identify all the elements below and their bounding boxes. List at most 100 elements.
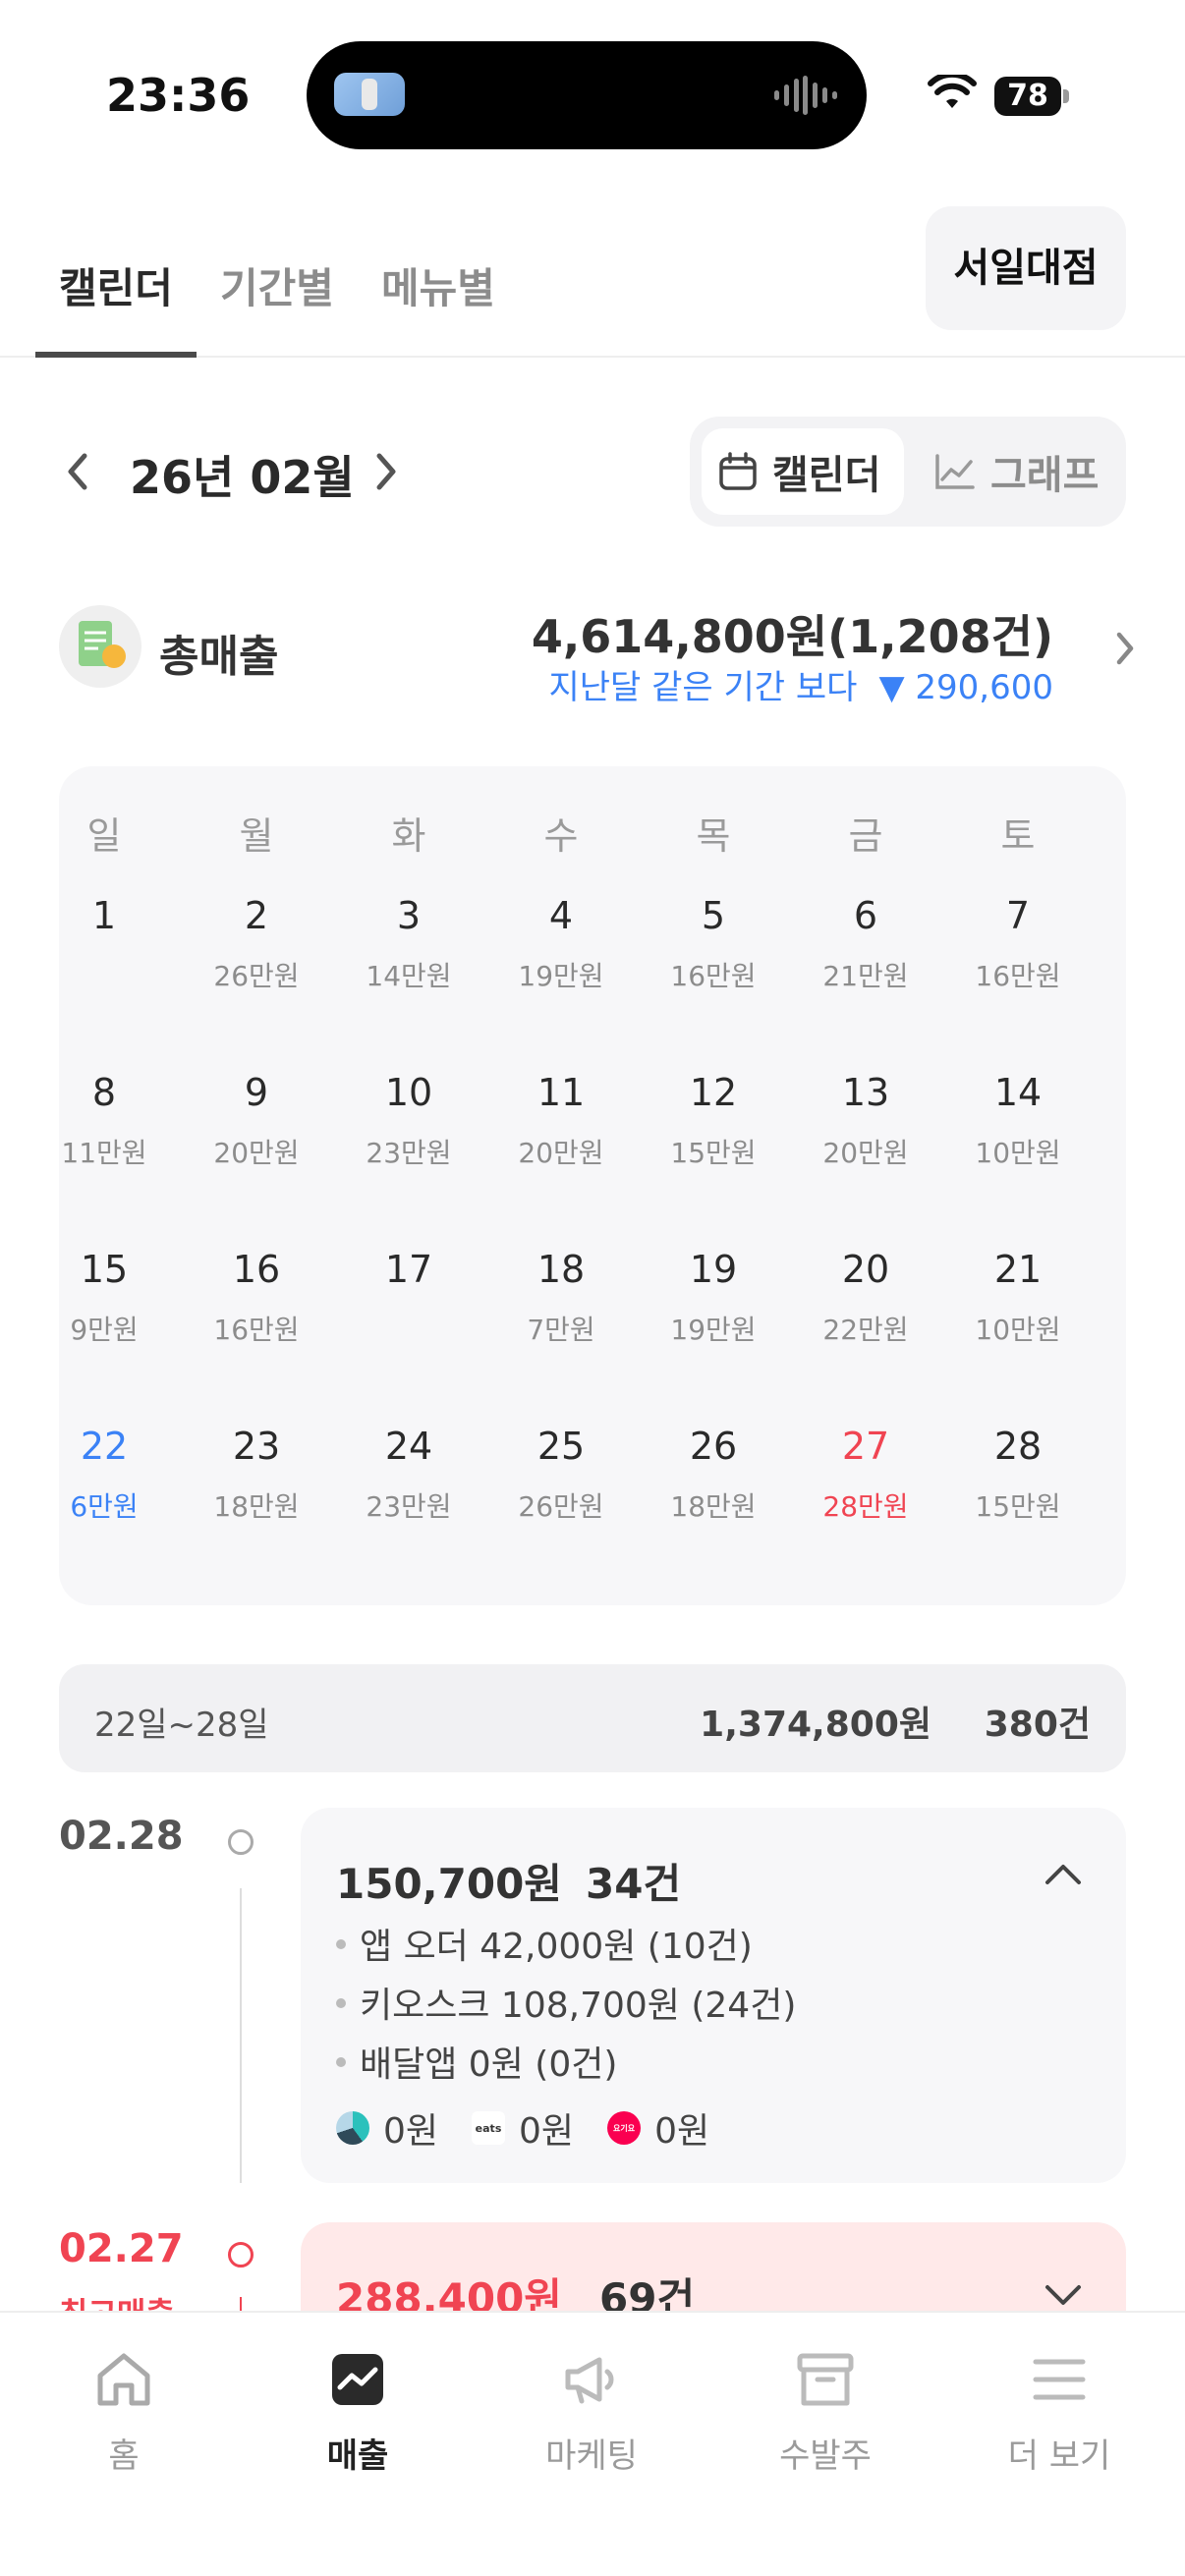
calendar-day[interactable]: 8 11만원 [35, 1071, 173, 1171]
calendar-day[interactable]: 6 21만원 [797, 894, 934, 994]
day-sales: 26만원 [518, 1490, 604, 1523]
delivery-platforms: 0원 eats 0원 요기요 0원 [336, 2102, 743, 2154]
day-sales: 19만원 [518, 960, 604, 992]
weekday-header: 월 [239, 814, 274, 858]
day-number: 17 [384, 1248, 433, 1291]
day-sales: 18만원 [213, 1490, 300, 1523]
calendar-day[interactable]: 23 18만원 [188, 1425, 325, 1525]
day-amount: 150,700원 [336, 1860, 562, 1908]
total-sales-compare: 지난달 같은 기간 보다 ▼ 290,600 [548, 660, 1053, 708]
calendar-day[interactable]: 226만원 [188, 894, 325, 994]
day-number: 1 [91, 894, 117, 937]
tab-period[interactable]: 기간별 [220, 255, 334, 315]
calendar-icon [719, 452, 757, 490]
day-sales: 23만원 [366, 1137, 452, 1169]
week-count: 380건 [984, 1705, 1091, 1745]
day-date: 02.28 [59, 1814, 184, 1859]
calendar-day[interactable]: 15 9만원 [35, 1248, 173, 1348]
weekday-header: 토 [1000, 814, 1036, 858]
view-toggle: 캘린더 그래프 [690, 417, 1126, 527]
day-number: 23 [232, 1425, 281, 1468]
day-number: 27 [841, 1425, 890, 1468]
compare-text: 지난달 같은 기간 보다 [548, 668, 858, 707]
tab-active-indicator [35, 352, 197, 358]
store-select-button[interactable]: 서일대점 [926, 206, 1126, 330]
wifi-icon [928, 75, 977, 108]
nav-sales[interactable]: 매출 [279, 2348, 436, 2477]
tab-calendar[interactable]: 캘린더 [59, 255, 173, 315]
nav-more[interactable]: 더 보기 [981, 2348, 1138, 2477]
calendar-day[interactable]: 21 10만원 [949, 1248, 1087, 1348]
day-number: 2 [244, 894, 269, 937]
sales-chart-icon [332, 2354, 383, 2405]
nav-marketing[interactable]: 마케팅 [513, 2348, 670, 2477]
calendar-day[interactable]: 18 7만원 [492, 1248, 630, 1348]
calendar-day[interactable]: 12 15만원 [645, 1071, 782, 1171]
calendar-day[interactable]: 226만원 [35, 1425, 173, 1525]
nav-orders[interactable]: 수발주 [747, 2348, 904, 2477]
channel-line: 키오스크 108,700원 (24건) [336, 1977, 796, 2028]
calendar-day[interactable]: 10 23만원 [340, 1071, 478, 1171]
day-count: 34건 [586, 1860, 682, 1908]
day-sales: 10만원 [975, 1314, 1061, 1346]
day-number: 12 [689, 1071, 738, 1114]
calendar-day[interactable]: 13 20만원 [797, 1071, 934, 1171]
day-number: 11 [536, 1071, 586, 1114]
day-sales: 7만원 [527, 1314, 595, 1346]
day-sales: 16만원 [975, 960, 1061, 992]
calendar-day[interactable]: 11 20만원 [492, 1071, 630, 1171]
box-icon [797, 2353, 854, 2406]
day-number: 20 [841, 1248, 890, 1291]
day-number: 13 [841, 1071, 890, 1114]
nav-home[interactable]: 홈 [45, 2348, 202, 2477]
calendar-day[interactable]: 4 19만원 [492, 894, 630, 994]
battery-icon: 78 [994, 77, 1069, 116]
weekday-header: 수 [543, 814, 579, 858]
weekday-header: 일 [86, 814, 122, 858]
calendar-day[interactable]: 7 16만원 [949, 894, 1087, 994]
chevron-up-icon[interactable] [1044, 1863, 1083, 1886]
day-sales: 15만원 [670, 1137, 757, 1169]
dynamic-island [307, 41, 867, 149]
day-number: 18 [536, 1248, 586, 1291]
calendar-day[interactable]: 27 28만원 [797, 1425, 934, 1525]
calendar-day[interactable]: 26 18만원 [645, 1425, 782, 1525]
sales-receipt-icon [59, 605, 141, 688]
day-card[interactable]: 150,700원 34건 앱 오더 42,000원 (10건) 키오스크 108… [301, 1808, 1126, 2183]
day-number: 15 [80, 1248, 129, 1291]
total-sales-row[interactable]: 총매출 4,614,800원(1,208건) 지난달 같은 기간 보다 ▼ 290… [0, 601, 1185, 719]
calendar-day[interactable]: 19 19만원 [645, 1248, 782, 1348]
calendar-day[interactable]: 5 16만원 [645, 894, 782, 994]
calendar-day[interactable]: 16 16만원 [188, 1248, 325, 1348]
calendar-day[interactable]: 3 14만원 [340, 894, 478, 994]
calendar-day[interactable]: 25 26만원 [492, 1425, 630, 1525]
day-number: 19 [689, 1248, 738, 1291]
top-tabs: 캘린더 기간별 메뉴별 서일대점 [0, 196, 1185, 358]
chevron-left-icon[interactable] [65, 452, 90, 491]
calendar-day[interactable]: 17 [340, 1248, 478, 1309]
day-number: 9 [244, 1071, 269, 1114]
weekday-header: 목 [696, 814, 731, 858]
calendar-day[interactable]: 14 10만원 [949, 1071, 1087, 1171]
chevron-down-icon[interactable] [1044, 2283, 1083, 2307]
view-calendar-label: 캘린더 [772, 453, 881, 498]
megaphone-icon [565, 2357, 614, 2404]
baemin-icon [336, 2111, 369, 2145]
view-calendar-button[interactable]: 캘린더 [702, 428, 904, 515]
day-sales: 15만원 [975, 1490, 1061, 1523]
calendar-day[interactable]: 9 20만원 [188, 1071, 325, 1171]
day-number: 8 [91, 1071, 117, 1114]
day-sales: 20만원 [213, 1137, 300, 1169]
day-number: 22 [80, 1425, 129, 1468]
total-sales-amount: 4,614,800원(1,208건) [531, 610, 1053, 663]
day-number: 4 [548, 894, 574, 937]
view-graph-button[interactable]: 그래프 [914, 428, 1120, 515]
tab-menu[interactable]: 메뉴별 [381, 255, 495, 315]
week-summary: 22일~28일 1,374,800원 380건 [59, 1664, 1126, 1772]
calendar-day[interactable]: 28 15만원 [949, 1425, 1087, 1525]
calendar-day[interactable]: 20 22만원 [797, 1248, 934, 1348]
calendar-day[interactable]: 24 23만원 [340, 1425, 478, 1525]
calendar-day[interactable]: 1 [35, 894, 173, 955]
chevron-right-icon[interactable] [373, 452, 399, 491]
chevron-right-icon[interactable] [1114, 631, 1136, 666]
